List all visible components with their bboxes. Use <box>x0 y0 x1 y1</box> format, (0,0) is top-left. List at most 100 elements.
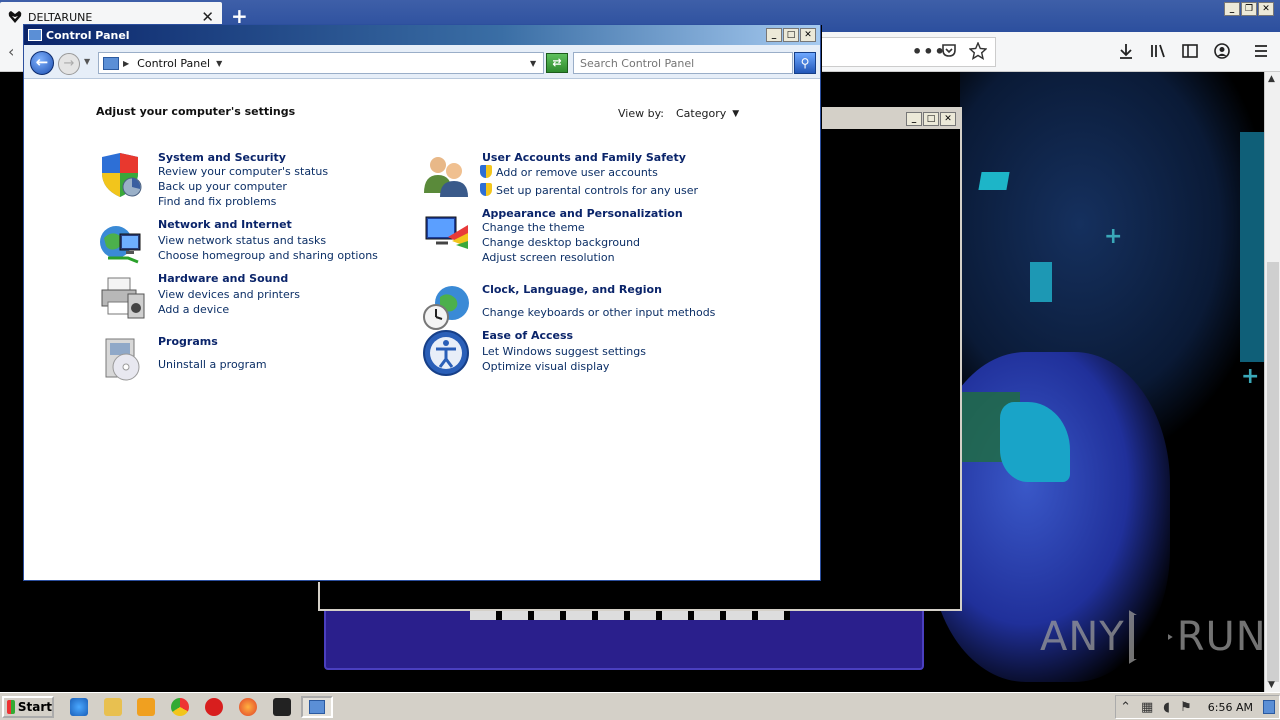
uac-shield-icon <box>480 165 492 178</box>
start-button[interactable]: Start <box>2 696 54 718</box>
printer-icon <box>101 277 145 319</box>
pocket-icon[interactable] <box>941 42 957 62</box>
category-title[interactable]: User Accounts and Family Safety <box>482 151 686 164</box>
category-hardware-sound: Hardware and Sound View devices and prin… <box>98 272 378 324</box>
programs-disc-icon <box>105 338 140 381</box>
category-link[interactable]: Set up parental controls for any user <box>480 183 698 197</box>
view-by-selector[interactable]: View by: Category ▼ <box>618 107 739 120</box>
category-link[interactable]: Add a device <box>158 303 229 316</box>
bookmark-star-icon[interactable] <box>968 41 988 64</box>
category-link[interactable]: Uninstall a program <box>158 358 267 371</box>
anyrun-watermark: ANY RUN <box>1040 610 1267 664</box>
category-title[interactable]: Network and Internet <box>158 218 292 231</box>
category-ease-of-access: Ease of Access Let Windows suggest setti… <box>422 329 742 381</box>
category-link[interactable]: Choose homegroup and sharing options <box>158 249 378 262</box>
show-hidden-icons-icon[interactable]: ⌃ <box>1120 700 1131 715</box>
close-icon[interactable]: ✕ <box>800 28 816 42</box>
system-tray: ⌃ ▦ ◖ ⚑ 6:56 AM <box>1115 695 1280 719</box>
folder-icon[interactable] <box>104 698 122 716</box>
view-by-value[interactable]: Category <box>676 107 726 120</box>
chevron-down-icon[interactable]: ▼ <box>216 59 222 68</box>
refresh-button[interactable]: ⇄ <box>546 53 568 73</box>
category-user-accounts: User Accounts and Family Safety Add or r… <box>422 151 742 201</box>
account-icon[interactable] <box>1213 42 1231 64</box>
scrollbar-thumb[interactable] <box>1267 262 1279 682</box>
maximize-icon[interactable]: □ <box>783 28 799 42</box>
menu-icon[interactable] <box>1252 42 1270 64</box>
taskbar: Start ⌃ ▦ ◖ ⚑ 6:56 AM <box>0 692 1280 720</box>
category-link[interactable]: Find and fix problems <box>158 195 276 208</box>
opera-icon[interactable] <box>205 698 223 716</box>
address-dropdown-icon[interactable]: ▼ <box>530 59 536 68</box>
category-link[interactable]: Add or remove user accounts <box>480 165 658 179</box>
minimize-icon[interactable]: _ <box>766 28 782 42</box>
forward-button[interactable]: → <box>58 53 80 75</box>
category-title[interactable]: Clock, Language, and Region <box>482 283 662 296</box>
download-icon[interactable] <box>1117 42 1135 64</box>
show-desktop-icon[interactable] <box>1263 700 1275 714</box>
scroll-down-icon[interactable]: ▼ <box>1268 680 1275 690</box>
category-title[interactable]: Hardware and Sound <box>158 272 288 285</box>
category-link[interactable]: Review your computer's status <box>158 165 328 178</box>
internet-explorer-icon[interactable] <box>70 698 88 716</box>
category-link[interactable]: Optimize visual display <box>482 360 609 373</box>
window-controls: _ □ ✕ <box>906 112 956 126</box>
chevron-right-icon[interactable]: ▶ <box>123 59 129 68</box>
back-button[interactable]: ← <box>30 51 54 75</box>
category-system-security: System and Security Review your computer… <box>98 151 378 211</box>
category-link[interactable]: View devices and printers <box>158 288 300 301</box>
users-icon <box>424 157 468 197</box>
shield-icon <box>102 153 142 197</box>
restore-icon[interactable]: ❐ <box>1241 2 1257 16</box>
category-title[interactable]: Ease of Access <box>482 329 573 342</box>
category-link[interactable]: Change keyboards or other input methods <box>482 306 715 319</box>
scroll-up-icon[interactable]: ▲ <box>1268 74 1275 84</box>
category-title[interactable]: Programs <box>158 335 218 348</box>
network-globe-icon <box>100 226 141 264</box>
sparkle-icon: + <box>1241 364 1260 389</box>
ease-of-access-icon <box>423 330 469 376</box>
control-panel-taskbar-button[interactable] <box>301 696 333 718</box>
search-icon[interactable]: ⚲ <box>794 52 816 74</box>
browser-window-controls: _ ❐ ✕ <box>1224 2 1274 16</box>
play-icon <box>1128 610 1173 664</box>
control-panel-titlebar[interactable]: Control Panel _ □ ✕ <box>24 25 820 45</box>
action-center-flag-icon[interactable]: ⚑ <box>1180 700 1192 715</box>
maximize-icon[interactable]: □ <box>923 112 939 126</box>
category-link[interactable]: Change desktop background <box>482 236 640 249</box>
address-bar[interactable]: ▶ Control Panel ▼ <box>98 52 544 74</box>
firefox-icon[interactable] <box>239 698 257 716</box>
category-title[interactable]: Appearance and Personalization <box>482 207 683 220</box>
control-panel-icon <box>309 700 325 714</box>
category-title[interactable]: System and Security <box>158 151 286 164</box>
minimize-icon[interactable]: _ <box>1224 2 1240 16</box>
close-icon[interactable]: ✕ <box>940 112 956 126</box>
breadcrumb[interactable]: Control Panel <box>137 57 210 70</box>
sidebar-icon[interactable] <box>1181 42 1199 64</box>
chrome-icon[interactable] <box>171 698 189 716</box>
minimize-icon[interactable]: _ <box>906 112 922 126</box>
category-link[interactable]: View network status and tasks <box>158 234 326 247</box>
window-controls: _ □ ✕ <box>766 28 816 42</box>
media-player-icon[interactable] <box>137 698 155 716</box>
close-icon[interactable]: ✕ <box>1258 2 1274 16</box>
category-link-label: Set up parental controls for any user <box>496 184 699 197</box>
library-icon[interactable] <box>1149 42 1167 64</box>
clock[interactable]: 6:56 AM <box>1208 701 1253 714</box>
page-scrollbar[interactable]: ▲ ▼ <box>1264 72 1280 692</box>
category-link[interactable]: Let Windows suggest settings <box>482 345 646 358</box>
chevron-down-icon[interactable]: ▼ <box>732 109 739 119</box>
uac-shield-icon <box>480 183 492 196</box>
category-link[interactable]: Adjust screen resolution <box>482 251 615 264</box>
recent-pages-icon[interactable]: ▼ <box>84 57 90 66</box>
deltarune-icon[interactable] <box>273 698 291 716</box>
search-input[interactable] <box>573 52 793 74</box>
category-link[interactable]: Back up your computer <box>158 180 287 193</box>
category-link[interactable]: Change the theme <box>482 221 585 234</box>
back-arrow-icon[interactable]: ‹ <box>8 42 14 61</box>
watermark-right-text: RUN <box>1176 614 1267 660</box>
window-title: Control Panel <box>46 28 130 42</box>
category-network-internet: Network and Internet View network status… <box>98 218 398 268</box>
volume-icon[interactable]: ◖ <box>1163 700 1170 715</box>
network-icon[interactable]: ▦ <box>1141 700 1153 715</box>
